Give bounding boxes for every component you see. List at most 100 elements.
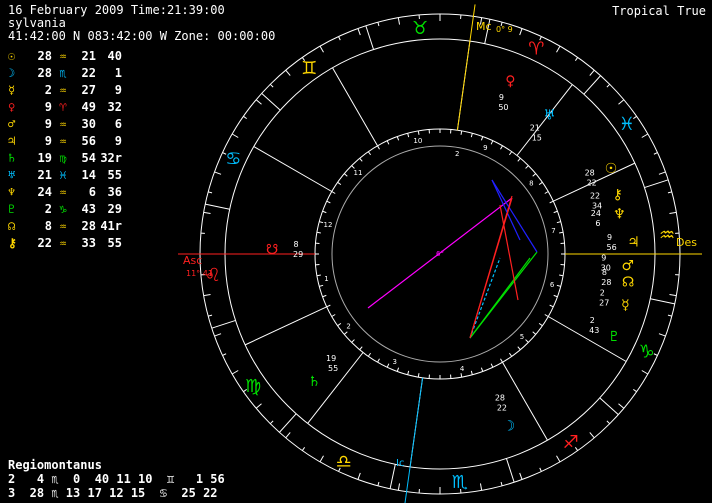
degree-tick [351,339,355,343]
house-number: 6 [550,281,555,289]
degree-tick [285,432,291,439]
angle-axis-line [404,377,424,503]
zodiac-sign-icon: ♋ [225,149,241,170]
degree-tick [367,352,372,357]
planet-minute: 22 [587,179,597,188]
degree-tick [490,140,494,145]
house-number: 12 [323,221,332,229]
degree-tick [255,403,262,409]
planet-glyph-icon: ☉ [605,161,618,177]
degree-tick [479,483,483,491]
degree-tick [519,472,523,480]
planet-degree: 28 [585,169,595,178]
degree-tick [606,83,611,88]
degree-tick [519,28,523,36]
midheaven-label: Mc [476,20,492,33]
planet-degree: 28 [495,393,505,402]
degree-tick [538,181,543,186]
aspect-lines [367,179,538,339]
planet-glyph-icon: ☿ [621,298,630,314]
degree-tick [559,231,564,234]
natal-chart-wheel: ♉♈♓♒♑♐♏♎♍♌♋♊ 123456789101112 ♀950♅2115☉2… [178,4,702,503]
angle-axis-line [456,4,476,131]
aspect-line [469,257,501,339]
degree-tick [326,304,331,308]
degree-tick [658,171,666,175]
ascendant-label: Asc [183,254,202,267]
degree-tick [301,447,306,451]
degree-tick [633,388,637,393]
planet-glyph-icon: ☊ [622,274,634,290]
degree-tick [549,200,554,204]
degree-tick [470,370,473,375]
degree-tick [319,284,324,287]
degree-tick [532,173,537,177]
house-number: 1 [324,275,328,283]
degree-tick [667,314,672,317]
planet-degree: 2 [590,316,595,325]
degree-tick [517,346,521,351]
planet-degree: 9 [607,233,612,242]
degree-tick [407,370,410,375]
degree-tick [556,221,561,224]
midheaven-degree: 0° 9 [496,25,513,34]
sign-boundary-line [389,464,396,489]
degree-tick [367,151,372,156]
house-cusp-line [244,306,327,346]
planet-glyph-icon: ♀ [505,74,515,90]
degree-tick [500,145,503,150]
degree-tick [338,36,341,41]
degree-tick [208,314,213,317]
planet-minute: 29 [293,250,303,259]
degree-tick [243,115,247,120]
degree-tick [589,69,595,76]
degree-tick [337,181,342,186]
degree-tick [618,99,625,105]
degree-tick [658,333,666,337]
degree-tick [480,136,484,141]
planet-minute: 50 [498,103,508,112]
degree-tick [525,339,529,343]
degree-tick [417,373,420,378]
degree-tick [331,314,336,317]
degree-tick [407,133,410,138]
degree-tick [460,373,463,378]
planet-glyph-icon: ☽ [503,419,516,435]
house-cusp-line [253,146,332,192]
degree-tick [343,173,348,177]
degree-tick [556,45,561,53]
planet-minute: 22 [497,403,507,412]
house-number: 11 [354,169,363,177]
degree-tick [606,420,611,425]
degree-tick [556,455,561,463]
degree-tick [377,22,380,27]
descendant-label: Des [676,236,697,249]
planet-glyph-icon: ♃ [627,234,640,250]
zodiac-sign-icon: ♊ [301,58,317,79]
planet-minute: 6 [595,219,600,228]
planet-glyph-icon: ♂ [621,258,634,274]
degree-tick [203,293,211,297]
house-number: 5 [520,333,524,341]
house-number: 4 [460,365,465,373]
degree-tick [319,455,324,463]
degree-tick [653,152,658,155]
zodiac-sign-icon: ♐ [563,432,579,453]
degree-tick [396,367,400,372]
degree-tick [480,367,484,372]
sign-boundary-line [583,75,601,95]
degree-tick [222,353,227,356]
aspect-line [469,197,513,339]
sign-boundary-line [205,203,230,210]
zodiac-sign-icon: ♎ [336,452,352,473]
sign-boundary-line [365,25,375,50]
degree-tick [377,145,380,150]
degree-tick [255,99,262,105]
degree-tick [397,483,401,491]
house-number: 3 [392,358,396,366]
degree-tick [337,322,342,327]
planet-degree: 8 [602,268,607,277]
degree-tick [417,130,420,135]
degree-tick [559,274,564,277]
planet-minute: 27 [599,298,609,307]
